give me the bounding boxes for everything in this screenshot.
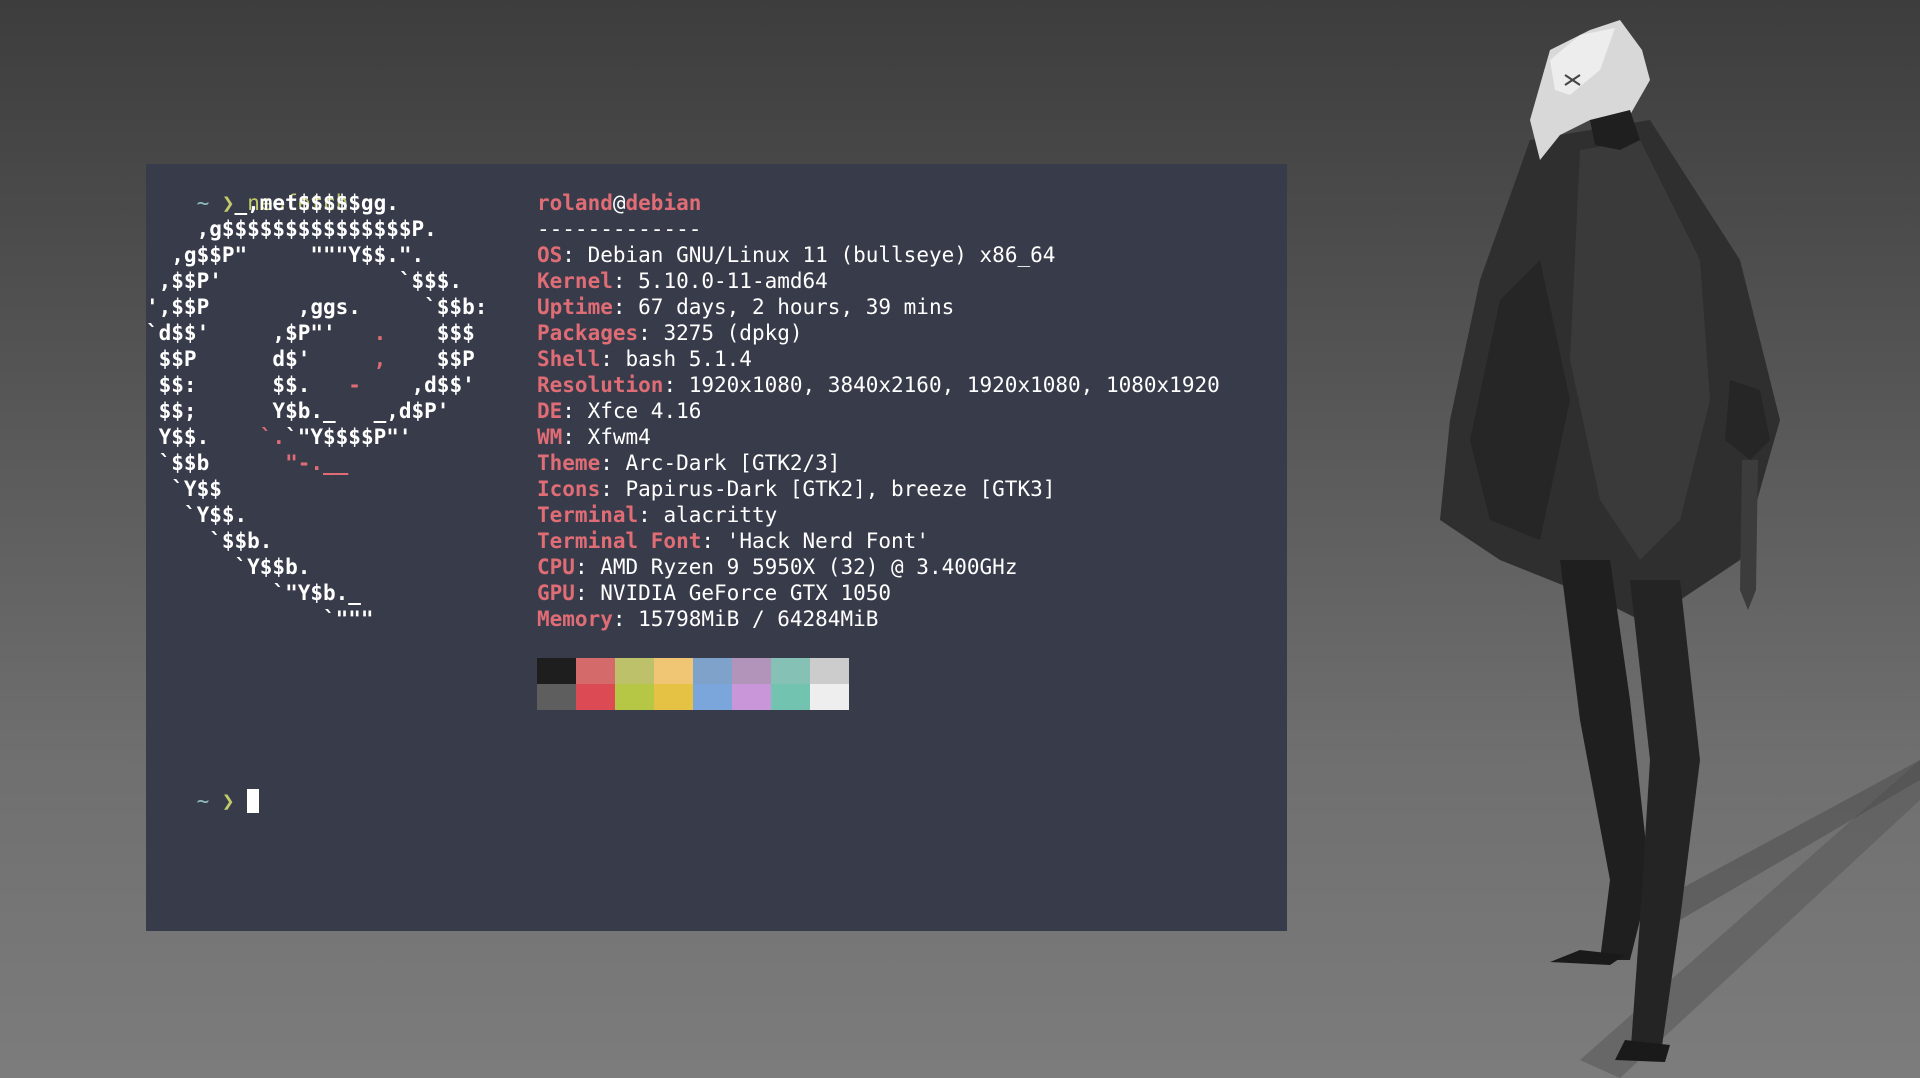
prompt-arrow-icon: ❯ <box>221 789 235 813</box>
info-row: DE: Xfce 4.16 <box>537 399 702 423</box>
info-value: Xfwm4 <box>587 425 651 449</box>
info-key: OS <box>537 243 563 267</box>
wallpaper-figure-illustration <box>1440 20 1920 1078</box>
info-value: Xfce 4.16 <box>587 399 702 423</box>
info-key: WM <box>537 425 563 449</box>
system-info-panel: roland@debian ------------- OS: Debian G… <box>537 190 1220 632</box>
info-list: OS: Debian GNU/Linux 11 (bullseye) x86_6… <box>537 242 1220 632</box>
info-row: OS: Debian GNU/Linux 11 (bullseye) x86_6… <box>537 243 1056 267</box>
color-swatch <box>654 684 693 710</box>
info-value: 15798MiB / 64284MiB <box>638 607 879 631</box>
color-swatch <box>615 658 654 684</box>
info-value: NVIDIA GeForce GTX 1050 <box>600 581 892 605</box>
info-key: Packages <box>537 321 639 345</box>
color-swatch <box>615 684 654 710</box>
info-key: DE <box>537 399 563 423</box>
info-value: 5.10.0-11-amd64 <box>638 269 828 293</box>
color-palette <box>537 658 849 710</box>
info-key: Theme <box>537 451 601 475</box>
info-value: 3275 (dpkg) <box>663 321 803 345</box>
terminal-window[interactable]: ~ ❯ neofetch _,met$$$$$gg. ,g$$$$$$$$$$$… <box>146 164 1287 931</box>
username: roland <box>537 191 613 215</box>
info-row: Resolution: 1920x1080, 3840x2160, 1920x1… <box>537 373 1220 397</box>
color-swatch <box>771 658 810 684</box>
info-value: 'Hack Nerd Font' <box>726 529 929 553</box>
palette-bright-row <box>537 684 849 710</box>
color-swatch <box>732 684 771 710</box>
info-key: Terminal <box>537 503 639 527</box>
info-key: Uptime <box>537 295 613 319</box>
info-row: Theme: Arc-Dark [GTK2/3] <box>537 451 841 475</box>
user-host-line: roland@debian <box>537 190 1220 216</box>
info-row: Memory: 15798MiB / 64284MiB <box>537 607 879 631</box>
info-row: Kernel: 5.10.0-11-amd64 <box>537 269 828 293</box>
info-row: CPU: AMD Ryzen 9 5950X (32) @ 3.400GHz <box>537 555 1018 579</box>
color-swatch <box>537 684 576 710</box>
info-value: 67 days, 2 hours, 39 mins <box>638 295 955 319</box>
prompt-tilde: ~ <box>196 789 210 813</box>
info-row: Shell: bash 5.1.4 <box>537 347 752 371</box>
info-row: Terminal Font: 'Hack Nerd Font' <box>537 529 929 553</box>
info-value: alacritty <box>663 503 778 527</box>
color-swatch <box>810 658 849 684</box>
info-row: GPU: NVIDIA GeForce GTX 1050 <box>537 581 892 605</box>
color-swatch <box>576 658 615 684</box>
info-key: Icons <box>537 477 601 501</box>
separator-line: ------------- <box>537 217 702 241</box>
info-row: Packages: 3275 (dpkg) <box>537 321 803 345</box>
at-sign: @ <box>612 191 626 215</box>
info-value: AMD Ryzen 9 5950X (32) @ 3.400GHz <box>600 555 1018 579</box>
info-key: GPU <box>537 581 575 605</box>
info-key: Resolution <box>537 373 664 397</box>
color-swatch <box>576 684 615 710</box>
info-value: bash 5.1.4 <box>625 347 752 371</box>
hostname: debian <box>625 191 702 215</box>
text-cursor <box>247 789 260 813</box>
color-swatch <box>732 658 771 684</box>
info-key: Memory <box>537 607 613 631</box>
info-key: Shell <box>537 347 601 371</box>
info-row: Terminal: alacritty <box>537 503 778 527</box>
color-swatch <box>771 684 810 710</box>
color-swatch <box>810 684 849 710</box>
info-value: Arc-Dark [GTK2/3] <box>625 451 841 475</box>
color-swatch <box>693 684 732 710</box>
color-swatch <box>693 658 732 684</box>
info-row: Uptime: 67 days, 2 hours, 39 mins <box>537 295 955 319</box>
info-row: Icons: Papirus-Dark [GTK2], breeze [GTK3… <box>537 477 1056 501</box>
info-key: Kernel <box>537 269 613 293</box>
info-value: Debian GNU/Linux 11 (bullseye) x86_64 <box>587 243 1056 267</box>
info-key: Terminal Font <box>537 529 702 553</box>
info-row: WM: Xfwm4 <box>537 425 651 449</box>
info-key: CPU <box>537 555 575 579</box>
debian-ascii-logo: _,met$$$$$gg. ,g$$$$$$$$$$$$$$$P. ,g$$P"… <box>146 191 488 631</box>
color-swatch <box>654 658 693 684</box>
color-swatch <box>537 658 576 684</box>
info-value: 1920x1080, 3840x2160, 1920x1080, 1080x19… <box>688 373 1220 397</box>
info-value: Papirus-Dark [GTK2], breeze [GTK3] <box>625 477 1056 501</box>
input-prompt-line[interactable]: ~ ❯ <box>146 762 260 840</box>
palette-normal-row <box>537 658 849 684</box>
